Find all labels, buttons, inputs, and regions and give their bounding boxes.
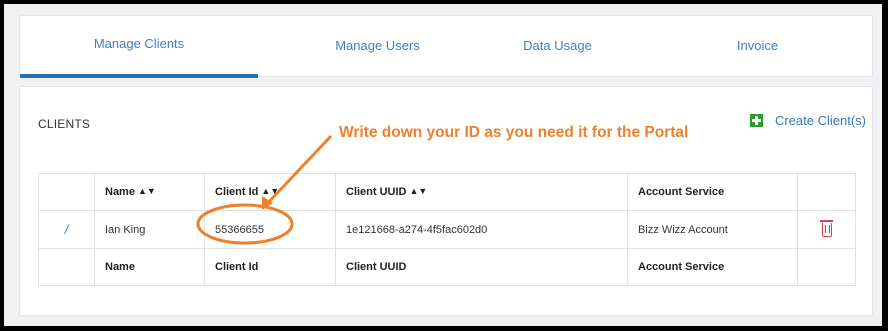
sort-icon: ▲▼ bbox=[261, 186, 280, 196]
trash-icon[interactable] bbox=[819, 219, 833, 237]
header-client-id[interactable]: Client Id ▲▼ bbox=[204, 173, 336, 211]
tab-bar: Manage Clients Manage Users Data Usage I… bbox=[19, 15, 873, 78]
create-client-button[interactable]: Create Client(s) bbox=[749, 113, 866, 128]
table-row: / Ian King 55366655 1e121668-a274-4f5fac… bbox=[38, 210, 856, 249]
cell-account-service: Bizz Wizz Account bbox=[627, 210, 798, 249]
plus-icon bbox=[749, 114, 763, 127]
page-frame: Manage Clients Manage Users Data Usage I… bbox=[4, 4, 882, 326]
cell-client-id: 55366655 bbox=[204, 210, 336, 249]
footer-delete bbox=[797, 248, 856, 286]
sort-icon: ▲▼ bbox=[409, 186, 428, 196]
header-name[interactable]: Name ▲▼ bbox=[94, 173, 205, 211]
pencil-icon[interactable]: / bbox=[65, 222, 69, 237]
header-actions bbox=[38, 173, 95, 211]
cell-client-uuid: 1e121668-a274-4f5fac602d0 bbox=[335, 210, 628, 249]
footer-client-uuid: Client UUID bbox=[335, 248, 628, 286]
clients-table: Name ▲▼ Client Id ▲▼ Client UUID ▲▼ Account… bbox=[38, 173, 856, 286]
footer-client-id: Client Id bbox=[204, 248, 336, 286]
create-client-label: Create Client(s) bbox=[774, 113, 866, 128]
cell-name: Ian King bbox=[94, 210, 205, 249]
tab-data-usage[interactable]: Data Usage bbox=[470, 16, 645, 74]
header-account-service: Account Service bbox=[627, 173, 798, 211]
footer-name: Name bbox=[94, 248, 205, 286]
clients-panel: CLIENTS Create Client(s) Name ▲▼ Client I… bbox=[19, 86, 873, 316]
header-client-uuid[interactable]: Client UUID ▲▼ bbox=[335, 173, 628, 211]
header-delete bbox=[797, 173, 856, 211]
annotation-text: Write down your ID as you need it for th… bbox=[339, 124, 689, 141]
table-header-row: Name ▲▼ Client Id ▲▼ Client UUID ▲▼ Account… bbox=[38, 173, 856, 211]
edit-cell: / bbox=[38, 210, 95, 249]
clients-title: CLIENTS bbox=[38, 117, 91, 131]
tab-invoice[interactable]: Invoice bbox=[670, 16, 845, 74]
tab-manage-users[interactable]: Manage Users bbox=[290, 16, 465, 74]
table-footer-row: Name Client Id Client UUID Account Servi… bbox=[38, 248, 856, 286]
sort-icon: ▲▼ bbox=[137, 186, 156, 196]
delete-cell bbox=[797, 210, 856, 249]
footer-account-service: Account Service bbox=[627, 248, 798, 286]
tab-manage-clients[interactable]: Manage Clients bbox=[20, 16, 258, 78]
footer-actions bbox=[38, 248, 95, 286]
